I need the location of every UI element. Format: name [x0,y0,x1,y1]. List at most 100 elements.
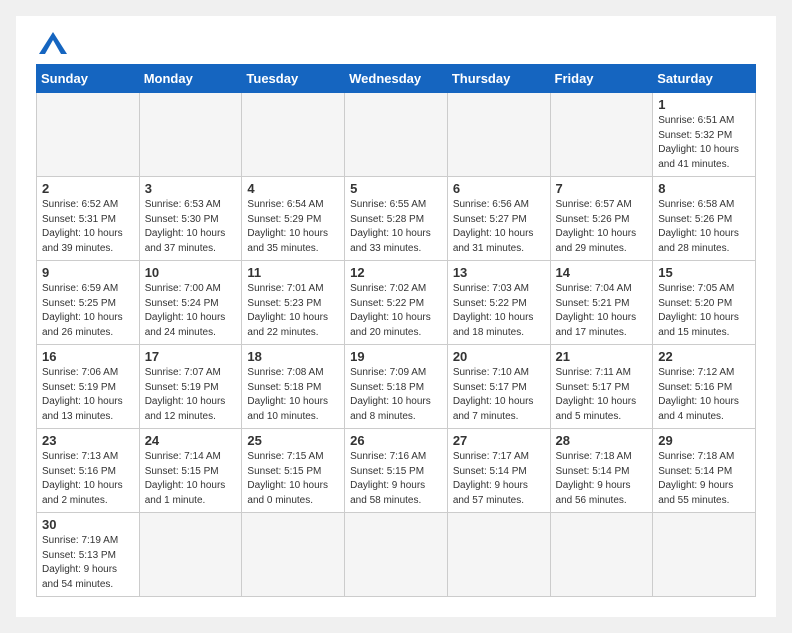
day-number: 27 [453,433,545,448]
day-info: Sunrise: 7:07 AM Sunset: 5:19 PM Dayligh… [145,366,237,424]
day-info: Sunrise: 7:04 AM Sunset: 5:21 PM Dayligh… [556,282,648,340]
day-info: Sunrise: 7:11 AM Sunset: 5:17 PM Dayligh… [556,366,648,424]
day-number: 1 [658,97,750,112]
calendar-cell: 15 Sunrise: 7:05 AM Sunset: 5:20 PM Dayli… [653,261,756,345]
calendar-cell: 20 Sunrise: 7:10 AM Sunset: 5:17 PM Dayli… [447,345,550,429]
calendar-week-1: 2Sunrise: 6:52 AM Sunset: 5:31 PM Daylig… [37,177,756,261]
day-number: 15 [658,265,750,280]
calendar-cell [550,93,653,177]
day-info: Sunrise: 7:10 AM Sunset: 5:17 PM Dayligh… [453,366,545,424]
calendar-cell: 19 Sunrise: 7:09 AM Sunset: 5:18 PM Dayli… [345,345,448,429]
calendar-week-2: 9 Sunrise: 6:59 AM Sunset: 5:25 PM Daylig… [37,261,756,345]
calendar-cell: 17Sunrise: 7:07 AM Sunset: 5:19 PM Dayli… [139,345,242,429]
calendar-cell: 25 Sunrise: 7:15 AM Sunset: 5:15 PM Dayli… [242,429,345,513]
day-number: 6 [453,181,545,196]
logo [36,32,67,54]
day-number: 4 [247,181,339,196]
day-info: Sunrise: 6:59 AM Sunset: 5:25 PM Dayligh… [42,282,134,340]
day-info: Sunrise: 7:03 AM Sunset: 5:22 PM Dayligh… [453,282,545,340]
day-number: 24 [145,433,237,448]
day-info: Sunrise: 7:19 AM Sunset: 5:13 PM Dayligh… [42,534,134,592]
calendar-week-4: 23 Sunrise: 7:13 AM Sunset: 5:16 PM Dayli… [37,429,756,513]
calendar-cell: 21 Sunrise: 7:11 AM Sunset: 5:17 PM Dayli… [550,345,653,429]
calendar-cell: 11Sunrise: 7:01 AM Sunset: 5:23 PM Dayli… [242,261,345,345]
calendar-cell: 4Sunrise: 6:54 AM Sunset: 5:29 PM Daylig… [242,177,345,261]
day-number: 5 [350,181,442,196]
calendar: SundayMondayTuesdayWednesdayThursdayFrid… [36,64,756,597]
day-number: 18 [247,349,339,364]
day-number: 28 [556,433,648,448]
calendar-cell: 16 Sunrise: 7:06 AM Sunset: 5:19 PM Dayli… [37,345,140,429]
calendar-cell: 9 Sunrise: 6:59 AM Sunset: 5:25 PM Daylig… [37,261,140,345]
calendar-cell: 27 Sunrise: 7:17 AM Sunset: 5:14 PM Dayli… [447,429,550,513]
day-info: Sunrise: 7:14 AM Sunset: 5:15 PM Dayligh… [145,450,237,508]
calendar-cell [447,513,550,597]
calendar-header-monday: Monday [139,65,242,93]
day-info: Sunrise: 7:12 AM Sunset: 5:16 PM Dayligh… [658,366,750,424]
day-info: Sunrise: 7:08 AM Sunset: 5:18 PM Dayligh… [247,366,339,424]
calendar-cell [550,513,653,597]
calendar-cell: 10 Sunrise: 7:00 AM Sunset: 5:24 PM Dayli… [139,261,242,345]
day-number: 10 [145,265,237,280]
day-info: Sunrise: 6:51 AM Sunset: 5:32 PM Dayligh… [658,114,750,172]
logo-text [36,32,67,54]
calendar-cell [345,513,448,597]
calendar-cell: 24 Sunrise: 7:14 AM Sunset: 5:15 PM Dayli… [139,429,242,513]
day-info: Sunrise: 7:13 AM Sunset: 5:16 PM Dayligh… [42,450,134,508]
calendar-header-thursday: Thursday [447,65,550,93]
calendar-cell: 14 Sunrise: 7:04 AM Sunset: 5:21 PM Dayli… [550,261,653,345]
calendar-cell: 13 Sunrise: 7:03 AM Sunset: 5:22 PM Dayli… [447,261,550,345]
day-number: 29 [658,433,750,448]
day-info: Sunrise: 7:05 AM Sunset: 5:20 PM Dayligh… [658,282,750,340]
calendar-cell: 18 Sunrise: 7:08 AM Sunset: 5:18 PM Dayli… [242,345,345,429]
day-number: 12 [350,265,442,280]
day-number: 22 [658,349,750,364]
calendar-header-saturday: Saturday [653,65,756,93]
calendar-week-3: 16 Sunrise: 7:06 AM Sunset: 5:19 PM Dayli… [37,345,756,429]
day-info: Sunrise: 7:16 AM Sunset: 5:15 PM Dayligh… [350,450,442,508]
calendar-cell: 3Sunrise: 6:53 AM Sunset: 5:30 PM Daylig… [139,177,242,261]
day-info: Sunrise: 6:57 AM Sunset: 5:26 PM Dayligh… [556,198,648,256]
day-info: Sunrise: 7:17 AM Sunset: 5:14 PM Dayligh… [453,450,545,508]
calendar-header-friday: Friday [550,65,653,93]
day-number: 30 [42,517,134,532]
day-number: 23 [42,433,134,448]
calendar-cell: 2Sunrise: 6:52 AM Sunset: 5:31 PM Daylig… [37,177,140,261]
calendar-cell [37,93,140,177]
day-number: 8 [658,181,750,196]
day-number: 25 [247,433,339,448]
day-number: 9 [42,265,134,280]
day-number: 14 [556,265,648,280]
day-number: 20 [453,349,545,364]
calendar-cell: 5 Sunrise: 6:55 AM Sunset: 5:28 PM Daylig… [345,177,448,261]
calendar-week-5: 30 Sunrise: 7:19 AM Sunset: 5:13 PM Dayli… [37,513,756,597]
day-info: Sunrise: 6:55 AM Sunset: 5:28 PM Dayligh… [350,198,442,256]
day-number: 2 [42,181,134,196]
calendar-cell: 29 Sunrise: 7:18 AM Sunset: 5:14 PM Dayli… [653,429,756,513]
calendar-cell: 23 Sunrise: 7:13 AM Sunset: 5:16 PM Dayli… [37,429,140,513]
header [36,32,756,54]
day-info: Sunrise: 7:09 AM Sunset: 5:18 PM Dayligh… [350,366,442,424]
day-number: 19 [350,349,442,364]
day-number: 21 [556,349,648,364]
calendar-cell: 1 Sunrise: 6:51 AM Sunset: 5:32 PM Daylig… [653,93,756,177]
calendar-cell [139,93,242,177]
calendar-header-row: SundayMondayTuesdayWednesdayThursdayFrid… [37,65,756,93]
calendar-cell: 8Sunrise: 6:58 AM Sunset: 5:26 PM Daylig… [653,177,756,261]
day-info: Sunrise: 6:56 AM Sunset: 5:27 PM Dayligh… [453,198,545,256]
calendar-cell: 12Sunrise: 7:02 AM Sunset: 5:22 PM Dayli… [345,261,448,345]
day-number: 26 [350,433,442,448]
day-info: Sunrise: 7:15 AM Sunset: 5:15 PM Dayligh… [247,450,339,508]
day-info: Sunrise: 7:18 AM Sunset: 5:14 PM Dayligh… [658,450,750,508]
calendar-cell: 26 Sunrise: 7:16 AM Sunset: 5:15 PM Dayli… [345,429,448,513]
logo-icon [39,32,67,54]
day-info: Sunrise: 7:06 AM Sunset: 5:19 PM Dayligh… [42,366,134,424]
calendar-cell [139,513,242,597]
day-info: Sunrise: 7:00 AM Sunset: 5:24 PM Dayligh… [145,282,237,340]
page: SundayMondayTuesdayWednesdayThursdayFrid… [16,16,776,617]
day-number: 16 [42,349,134,364]
day-number: 13 [453,265,545,280]
calendar-header-tuesday: Tuesday [242,65,345,93]
calendar-cell: 30 Sunrise: 7:19 AM Sunset: 5:13 PM Dayli… [37,513,140,597]
day-number: 3 [145,181,237,196]
